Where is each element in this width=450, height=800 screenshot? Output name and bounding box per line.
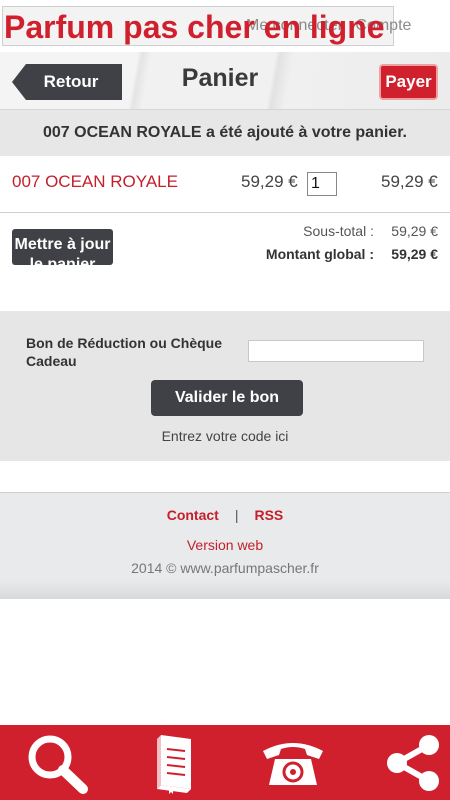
page: Me connecter Compte Parfum pas cher en l… (0, 0, 450, 800)
top-banner: Me connecter Compte Parfum pas cher en l… (0, 0, 450, 50)
rss-link[interactable]: RSS (254, 507, 283, 523)
added-to-cart-message: 007 OCEAN ROYALE a été ajouté à votre pa… (0, 110, 450, 156)
contact-link[interactable]: Contact (167, 507, 219, 523)
footer-separator: | (234, 507, 239, 523)
web-version-link[interactable]: Version web (0, 537, 450, 553)
page-title: Panier (181, 64, 259, 92)
product-name-link[interactable]: 007 OCEAN ROYALE (12, 172, 178, 192)
bottom-toolbar (0, 725, 450, 800)
voucher-label: Bon de Réduction ou Chèque Cadeau (26, 335, 222, 369)
subtotal-value: 59,29 € (391, 223, 438, 239)
update-cart-button[interactable]: Mettre à jour le panier (12, 229, 113, 265)
product-line-total: 59,29 € (381, 172, 438, 191)
voucher-hint: Entrez votre code ici (161, 428, 289, 444)
search-icon[interactable] (22, 733, 92, 794)
footer-links: Contact | RSS (0, 507, 450, 523)
voucher-section: Bon de Réduction ou Chèque Cadeau Valide… (0, 311, 450, 461)
catalog-book-icon[interactable] (140, 733, 210, 794)
subtotal-label: Sous-total : (303, 223, 374, 239)
pay-button[interactable]: Payer (379, 64, 438, 100)
header-bar: Retour Panier Payer (0, 52, 450, 110)
quantity-input[interactable] (307, 172, 337, 196)
grand-total-value: 59,29 € (391, 246, 438, 262)
phone-icon[interactable] (258, 733, 328, 793)
voucher-code-input[interactable] (248, 340, 424, 362)
banner-title: Parfum pas cher en ligne (4, 9, 385, 45)
validate-voucher-button[interactable]: Valider le bon (151, 380, 303, 416)
share-icon[interactable] (378, 733, 448, 793)
grand-total-label: Montant global : (265, 246, 374, 262)
copyright-text: 2014 © www.parfumpascher.fr (131, 560, 319, 576)
cart-row: 007 OCEAN ROYALE 59,29 € 59,29 € (0, 156, 450, 213)
product-unit-price: 59,29 € (241, 172, 298, 191)
footer: Contact | RSS Version web 2014 © www.parfu… (0, 492, 450, 599)
